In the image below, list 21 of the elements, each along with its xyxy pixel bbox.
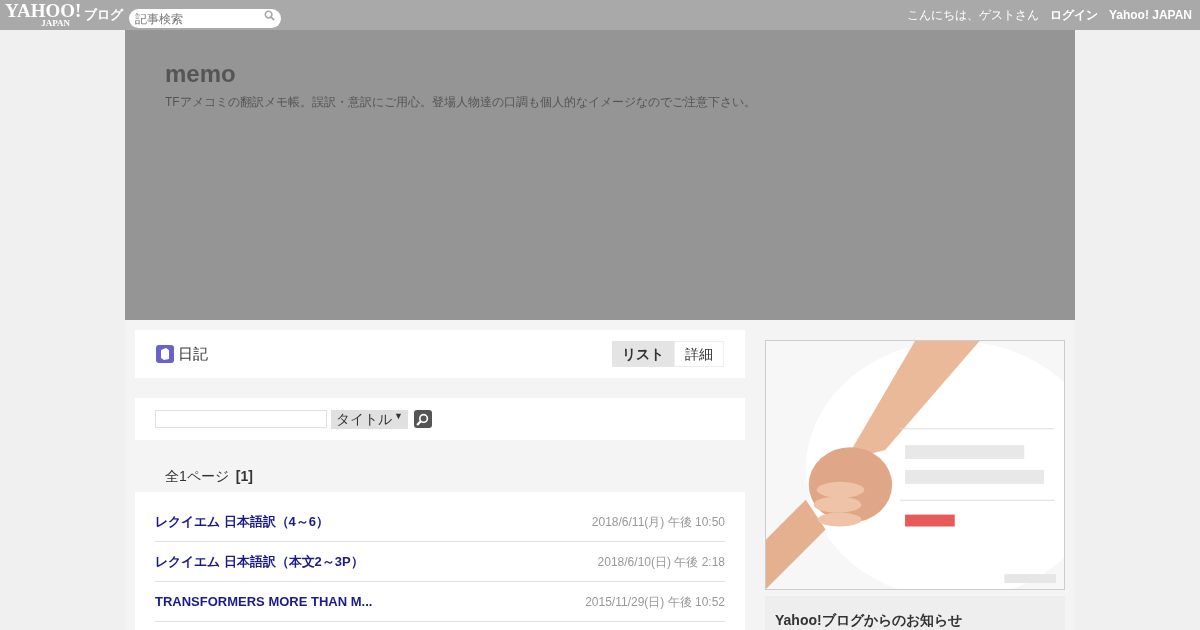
search-field[interactable]: 記事検索 [129, 9, 282, 28]
search-icon [264, 9, 276, 21]
post-title[interactable]: レクイエム 日本語訳（4～6） [155, 511, 330, 532]
post-date: 2018/6/10(日) 午後 2:18 [597, 553, 725, 571]
page-count: 全1ページ [165, 466, 229, 486]
search-button[interactable] [413, 410, 432, 428]
category-name: 日記 [178, 343, 208, 364]
view-tab[interactable]: リスト [612, 341, 674, 367]
current-page[interactable]: [1] [235, 465, 253, 487]
search-mode-dropdown[interactable]: タイトル▼ [331, 409, 408, 429]
greeting: こんにちは、ゲストさん [906, 7, 1039, 24]
view-tab[interactable]: 詳細 [674, 341, 724, 367]
post-date: 2018/6/11(月) 午後 10:50 [591, 513, 725, 531]
post-date: 2015/11/29(日) 午後 10:52 [585, 593, 725, 611]
post-title[interactable]: TRANSFORMERS MORE THAN M... [155, 591, 373, 612]
search-icon [416, 412, 430, 426]
logo-sub: JAPAN [40, 19, 71, 28]
book-icon [156, 345, 174, 363]
notice-title: Yahoo!ブログからのお知らせ [775, 612, 962, 628]
post-title[interactable]: レクイエム 日本語訳（本文2～3P） [155, 551, 364, 572]
article-search-field[interactable] [155, 410, 327, 428]
